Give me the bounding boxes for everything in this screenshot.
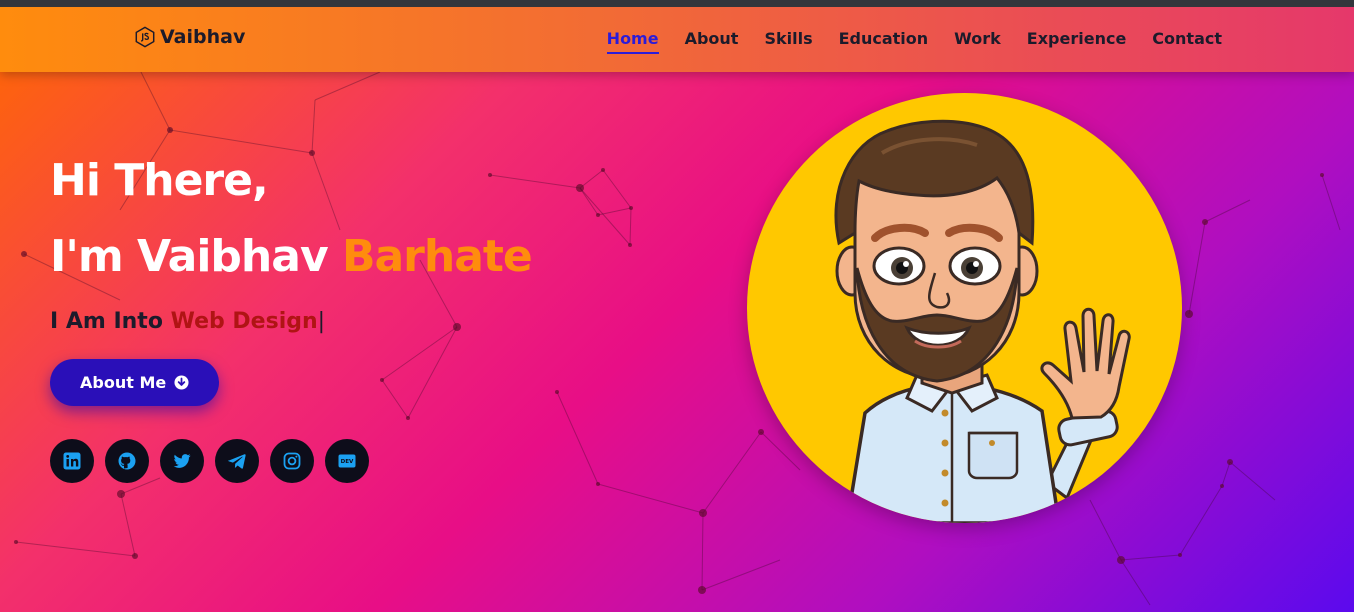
instagram-icon [283, 452, 301, 470]
github-link[interactable] [105, 439, 149, 483]
site-logo[interactable]: Vaibhav [134, 26, 245, 48]
top-strip [0, 0, 1354, 7]
nav-contact[interactable]: Contact [1152, 29, 1222, 54]
hero-greeting: Hi There, [50, 155, 269, 206]
typing-caret: | [317, 309, 326, 334]
nav-skills[interactable]: Skills [764, 29, 812, 54]
bitmoji-avatar-illustration [834, 119, 1131, 523]
tagline-prefix: I Am Into [50, 309, 163, 334]
github-icon [118, 452, 136, 470]
nav-education[interactable]: Education [839, 29, 929, 54]
avatar-image [747, 93, 1182, 523]
twitter-link[interactable] [160, 439, 204, 483]
logo-text: Vaibhav [160, 26, 246, 48]
js-hex-icon [135, 26, 155, 48]
hero-name-line: I'm Vaibhav Barhate [50, 219, 533, 295]
instagram-link[interactable] [270, 439, 314, 483]
nav-about[interactable]: About [685, 29, 739, 54]
linkedin-icon [63, 452, 81, 470]
dev-badge-text: DEV [341, 459, 354, 465]
main-nav: Home About Skills Education Work Experie… [606, 29, 1222, 54]
linkedin-link[interactable] [50, 439, 94, 483]
social-links: DEV [50, 439, 532, 483]
site-header: Vaibhav Home About Skills Education Work… [0, 7, 1354, 72]
hero-tagline: I Am Into Web Design| [50, 309, 532, 334]
hero-name-accent: Barhate [341, 231, 533, 282]
nav-home[interactable]: Home [606, 29, 659, 54]
about-me-button[interactable]: About Me [50, 359, 220, 406]
hero-intro: I'm Vaibhav [50, 231, 329, 282]
nav-work[interactable]: Work [954, 29, 1001, 54]
tagline-typed-text: Web Design [170, 309, 318, 334]
dev-link[interactable]: DEV [325, 439, 369, 483]
hero-section: Hi There, I'm Vaibhav Barhate I Am Into … [50, 143, 533, 483]
telegram-icon [228, 454, 246, 469]
nav-experience[interactable]: Experience [1027, 29, 1127, 54]
dev-icon: DEV [338, 454, 356, 468]
twitter-icon [173, 454, 191, 468]
arrow-circle-down-icon [174, 375, 189, 390]
about-me-label: About Me [80, 373, 167, 392]
telegram-link[interactable] [215, 439, 259, 483]
